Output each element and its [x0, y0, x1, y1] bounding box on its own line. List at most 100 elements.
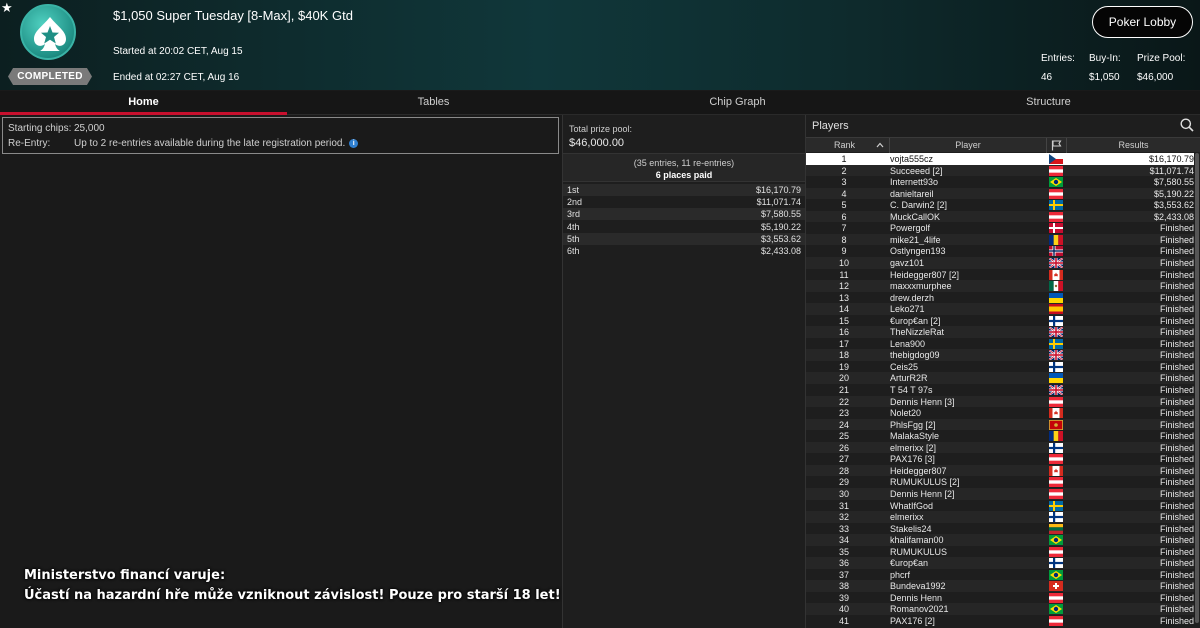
player-result: Finished: [1159, 373, 1194, 384]
player-row[interactable]: 13 drew.derzh Finished: [806, 291, 1194, 304]
player-row[interactable]: 24 PhlsFgg [2] Finished: [806, 418, 1194, 431]
player-row[interactable]: 30 Dennis Henn [2] Finished: [806, 487, 1194, 500]
results-column-header[interactable]: Results: [1067, 138, 1200, 153]
player-name: €urop€an: [890, 558, 929, 569]
player-result: Finished: [1159, 581, 1194, 592]
player-row[interactable]: 8 mike21_4life Finished: [806, 233, 1194, 246]
player-name: Bundeva1992: [890, 581, 946, 592]
player-result: Finished: [1159, 488, 1194, 499]
player-name: Ceis25: [890, 361, 919, 372]
player-row[interactable]: 29 RUMUKULUS [2] Finished: [806, 476, 1194, 489]
player-result: Finished: [1159, 327, 1194, 338]
player-row[interactable]: 9 Ostlyngen193 Finished: [806, 245, 1194, 258]
player-row[interactable]: 26 elmerixx [2] Finished: [806, 441, 1194, 454]
player-row[interactable]: 23 Nolet20 Finished: [806, 407, 1194, 420]
player-row[interactable]: 22 Dennis Henn [3] Finished: [806, 395, 1194, 408]
player-row[interactable]: 41 PAX176 [2] Finished: [806, 615, 1194, 627]
player-row[interactable]: 15 €urop€an [2] Finished: [806, 314, 1194, 327]
country-flag-icon: [1049, 408, 1063, 419]
player-rank: 9: [841, 246, 847, 257]
player-row[interactable]: 38 Bundeva1992 Finished: [806, 580, 1194, 593]
tab-tables[interactable]: Tables: [290, 91, 577, 115]
payout-row: 6th $2,433.08: [563, 245, 805, 257]
player-row[interactable]: 3 Internett93o $7,580.55: [806, 176, 1194, 189]
player-rank: 2: [841, 165, 847, 176]
player-row[interactable]: 39 Dennis Henn Finished: [806, 591, 1194, 604]
players-scrollbar[interactable]: [1194, 153, 1200, 628]
player-row[interactable]: 17 Lena900 Finished: [806, 337, 1194, 350]
player-row[interactable]: 11 Heidegger807 [2] Finished: [806, 268, 1194, 281]
tab-chip-graph[interactable]: Chip Graph: [594, 91, 881, 115]
player-row[interactable]: 4 danieltareil $5,190.22: [806, 187, 1194, 200]
entries-breakdown: (35 entries, 11 re-entries): [633, 158, 735, 168]
payout-amount: $16,170.79: [755, 185, 801, 195]
player-row[interactable]: 1 vojta555cz $16,170.79: [806, 153, 1194, 165]
payout-place: 4th: [567, 221, 580, 232]
player-row[interactable]: 18 thebigdog09 Finished: [806, 349, 1194, 362]
player-row[interactable]: 2 Succeeed [2] $11,071.74: [806, 164, 1194, 177]
flag-icon: [1051, 140, 1062, 151]
reentry-value: Up to 2 re-entries available during the …: [74, 138, 359, 149]
player-row[interactable]: 19 Ceis25 Finished: [806, 360, 1194, 373]
player-result: Finished: [1159, 512, 1194, 523]
player-row[interactable]: 12 maxxxmurphee Finished: [806, 280, 1194, 293]
player-row[interactable]: 34 khalifaman00 Finished: [806, 534, 1194, 547]
player-row[interactable]: 27 PAX176 [3] Finished: [806, 453, 1194, 466]
scrollbar-thumb[interactable]: [1195, 153, 1199, 623]
payout-row: 1st $16,170.79: [563, 184, 805, 196]
star-icon[interactable]: ★: [1, 1, 15, 15]
warning-line-1: Ministerstvo financí varuje:: [24, 568, 226, 583]
player-rank: 31: [838, 500, 849, 511]
player-row[interactable]: 21 T 54 T 97s Finished: [806, 384, 1194, 396]
player-row[interactable]: 32 elmerixx Finished: [806, 511, 1194, 524]
player-rank: 22: [838, 396, 849, 407]
player-rank: 41: [838, 616, 849, 626]
starting-chips-label: Starting chips:: [8, 123, 72, 134]
player-row[interactable]: 5 C. Darwin2 [2] $3,553.62: [806, 199, 1194, 212]
country-flag-icon: [1049, 431, 1063, 442]
tab-structure[interactable]: Structure: [905, 91, 1192, 115]
player-rank: 32: [838, 512, 849, 523]
player-result: Finished: [1159, 408, 1194, 419]
search-icon[interactable]: [1180, 118, 1194, 132]
player-result: Finished: [1159, 234, 1194, 245]
player-row[interactable]: 40 Romanov2021 Finished: [806, 603, 1194, 616]
player-result: $2,433.08: [1153, 211, 1194, 222]
player-name: Heidegger807 [2]: [890, 269, 960, 280]
player-row[interactable]: 37 phcrf Finished: [806, 568, 1194, 581]
player-rank: 25: [838, 431, 849, 442]
player-row[interactable]: 33 Stakelis24 Finished: [806, 522, 1194, 535]
player-name: RUMUKULUS: [890, 546, 948, 557]
player-row[interactable]: 7 Powergolf Finished: [806, 222, 1194, 235]
player-column-header[interactable]: Player: [890, 138, 1047, 153]
player-row[interactable]: 31 WhatIfGod Finished: [806, 499, 1194, 512]
info-icon[interactable]: i: [349, 139, 359, 148]
player-name: khalifaman00: [890, 535, 944, 546]
player-rank: 20: [838, 373, 849, 384]
tab-bar: Home Tables Chip Graph Structure: [0, 91, 1200, 115]
player-row[interactable]: 28 Heidegger807 Finished: [806, 464, 1194, 477]
player-rank: 36: [838, 558, 849, 569]
player-name: mike21_4life: [890, 234, 941, 245]
country-flag-icon: [1049, 477, 1063, 488]
player-row[interactable]: 6 MuckCallOK $2,433.08: [806, 210, 1194, 223]
tab-home[interactable]: Home: [0, 91, 287, 115]
status-badge: COMPLETED: [8, 68, 92, 85]
prize-pool-label: Prize Pool:: [1137, 53, 1186, 64]
player-row[interactable]: 35 RUMUKULUS Finished: [806, 545, 1194, 558]
player-row[interactable]: 10 gavz101 Finished: [806, 256, 1194, 269]
player-result: $5,190.22: [1153, 188, 1194, 199]
player-row[interactable]: 16 TheNizzleRat Finished: [806, 326, 1194, 339]
player-row[interactable]: 14 Leko271 Finished: [806, 303, 1194, 316]
player-row[interactable]: 20 ArturR2R Finished: [806, 372, 1194, 385]
payout-row: 4th $5,190.22: [563, 220, 805, 233]
flag-column-header[interactable]: [1047, 138, 1067, 153]
poker-lobby-button[interactable]: Poker Lobby: [1092, 6, 1193, 38]
player-rank: 19: [838, 361, 849, 372]
rank-column-header[interactable]: Rank: [806, 138, 890, 153]
player-row[interactable]: 25 MalakaStyle Finished: [806, 430, 1194, 443]
player-name: Lena900: [890, 338, 926, 349]
start-time: Started at 20:02 CET, Aug 15: [113, 46, 243, 57]
players-panel: Players Rank Player Results 1 vojta555cz $…: [806, 115, 1200, 628]
player-row[interactable]: 36 €urop€an Finished: [806, 557, 1194, 570]
